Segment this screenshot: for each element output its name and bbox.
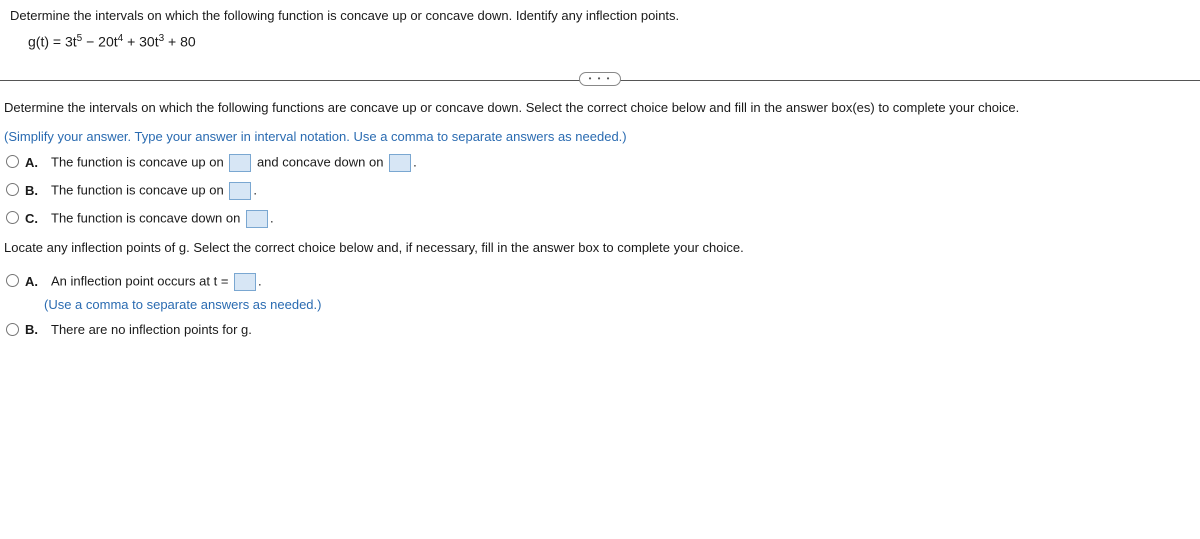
choice-letter: B. xyxy=(25,183,41,198)
formula-part: g(t) = 3t xyxy=(28,34,77,50)
choice-text: The function is concave up on and concav… xyxy=(51,154,417,172)
formula-part: + 30t xyxy=(123,34,158,50)
q2-a-answer-1[interactable] xyxy=(234,273,256,291)
choice-letter: C. xyxy=(25,211,41,226)
formula-part: − 20t xyxy=(82,34,117,50)
q1-choice-c: C. The function is concave down on . xyxy=(4,210,1196,228)
text-part: . xyxy=(413,154,417,169)
text-part: . xyxy=(258,273,262,288)
q1-radio-a[interactable] xyxy=(6,155,19,168)
q2-prompt: Locate any inflection points of g. Selec… xyxy=(4,240,1196,255)
q1-hint: (Simplify your answer. Type your answer … xyxy=(4,129,1196,144)
question-body: Determine the intervals on which the fol… xyxy=(0,100,1200,337)
choice-text: The function is concave up on . xyxy=(51,182,257,200)
function-formula: g(t) = 3t5 − 20t4 + 30t3 + 80 xyxy=(10,33,1190,50)
q1-instruction: Determine the intervals on which the fol… xyxy=(4,100,1196,115)
q1-b-answer-1[interactable] xyxy=(229,182,251,200)
problem-statement: Determine the intervals on which the fol… xyxy=(10,8,1190,23)
choice-letter: A. xyxy=(25,155,41,170)
q2-radio-a[interactable] xyxy=(6,274,19,287)
text-part: and concave down on xyxy=(253,154,387,169)
problem-header: Determine the intervals on which the fol… xyxy=(0,8,1200,64)
text-part: . xyxy=(253,182,257,197)
q1-a-answer-2[interactable] xyxy=(389,154,411,172)
choice-letter: B. xyxy=(25,322,41,337)
q1-c-answer-1[interactable] xyxy=(246,210,268,228)
q1-choice-b: B. The function is concave up on . xyxy=(4,182,1196,200)
section-divider: • • • xyxy=(0,70,1200,90)
text-part: The function is concave up on xyxy=(51,182,227,197)
q1-radio-c[interactable] xyxy=(6,211,19,224)
formula-part: + 80 xyxy=(164,34,196,50)
q1-radio-b[interactable] xyxy=(6,183,19,196)
choice-text: The function is concave down on . xyxy=(51,210,274,228)
q2-choice-b: B. There are no inflection points for g. xyxy=(4,322,1196,337)
q2-radio-b[interactable] xyxy=(6,323,19,336)
text-part: The function is concave down on xyxy=(51,210,244,225)
q1-a-answer-1[interactable] xyxy=(229,154,251,172)
choice-text: There are no inflection points for g. xyxy=(51,322,252,337)
text-part: . xyxy=(270,210,274,225)
q2-choice-a: A. An inflection point occurs at t = . xyxy=(4,273,1196,291)
choice-text: An inflection point occurs at t = . xyxy=(51,273,262,291)
expand-button[interactable]: • • • xyxy=(579,72,621,86)
q1-choice-a: A. The function is concave up on and con… xyxy=(4,154,1196,172)
q2-a-hint: (Use a comma to separate answers as need… xyxy=(44,297,1196,312)
text-part: The function is concave up on xyxy=(51,154,227,169)
choice-letter: A. xyxy=(25,274,41,289)
text-part: An inflection point occurs at t = xyxy=(51,273,232,288)
